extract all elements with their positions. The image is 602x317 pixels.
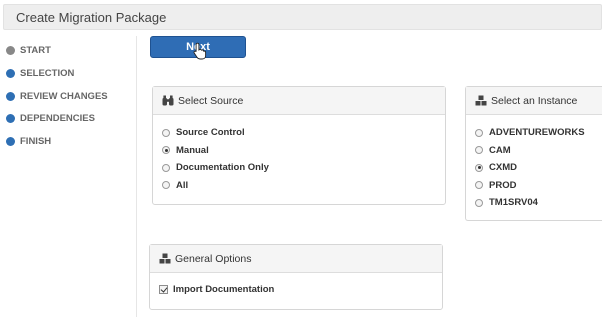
radio-button[interactable] (475, 146, 483, 155)
radio-button[interactable] (475, 128, 483, 137)
sidebar-divider (136, 36, 137, 317)
general-options: Import Documentation (150, 273, 442, 299)
wizard-step-finish[interactable]: FINISH (6, 134, 51, 148)
page-header: Create Migration Package (3, 4, 602, 30)
wizard-step-label: DEPENDENCIES (20, 112, 95, 124)
source-option-manual[interactable]: Manual (162, 142, 445, 160)
option-label: CXMD (489, 162, 517, 174)
wizard-step-start[interactable]: START (6, 43, 51, 57)
instance-option-tm1srv04[interactable]: TM1SRV04 (475, 194, 602, 212)
option-label: Manual (176, 144, 209, 156)
option-label: TM1SRV04 (489, 197, 538, 209)
select-source-panel: Select Source Source Control Manual Docu… (152, 86, 446, 205)
wizard-step-selection[interactable]: SELECTION (6, 66, 74, 80)
cubes-icon (159, 253, 171, 264)
panel-title: Select Source (178, 94, 244, 107)
page-title: Create Migration Package (16, 10, 167, 25)
select-instance-panel: Select an Instance ADVENTUREWORKS CAM CX… (465, 86, 602, 221)
radio-button[interactable] (162, 128, 170, 137)
source-option-all[interactable]: All (162, 177, 445, 195)
general-options-panel: General Options Import Documentation (149, 244, 443, 310)
option-label: All (176, 179, 189, 191)
step-status-dot-icon (6, 136, 15, 146)
wizard-step-label: START (20, 44, 51, 56)
option-label: ADVENTUREWORKS (489, 127, 585, 139)
step-status-dot-icon (6, 45, 15, 55)
instance-option-adventureworks[interactable]: ADVENTUREWORKS (475, 124, 602, 142)
create-migration-package-page: Create Migration Package START SELECTION… (0, 0, 602, 317)
wizard-step-label: FINISH (20, 135, 52, 147)
wizard-step-review-changes[interactable]: REVIEW CHANGES (6, 89, 108, 103)
select-instance-panel-heading: Select an Instance (466, 87, 602, 115)
radio-button[interactable] (162, 163, 170, 172)
binoculars-icon (162, 95, 174, 106)
wizard-step-dependencies[interactable]: DEPENDENCIES (6, 111, 95, 125)
step-status-dot-icon (6, 91, 15, 101)
radio-button[interactable] (475, 163, 483, 172)
option-label: Documentation Only (176, 162, 269, 174)
instance-option-cxmd[interactable]: CXMD (475, 159, 602, 177)
radio-button[interactable] (162, 181, 170, 190)
step-status-dot-icon (6, 68, 15, 78)
select-source-panel-heading: Select Source (153, 87, 445, 115)
radio-button[interactable] (475, 198, 483, 207)
panel-title: Select an Instance (491, 94, 578, 107)
panel-title: General Options (175, 252, 252, 265)
radio-button[interactable] (162, 146, 170, 155)
general-option-import-documentation[interactable]: Import Documentation (159, 281, 442, 299)
cubes-icon (475, 95, 487, 106)
option-label: Import Documentation (173, 284, 275, 296)
source-option-source-control[interactable]: Source Control (162, 124, 445, 142)
checkbox[interactable] (159, 285, 168, 295)
radio-button[interactable] (475, 181, 483, 190)
source-options: Source Control Manual Documentation Only… (153, 115, 445, 194)
option-label: Source Control (176, 127, 245, 139)
instance-option-prod[interactable]: PROD (475, 177, 602, 195)
option-label: PROD (489, 179, 517, 191)
wizard-step-label: SELECTION (20, 67, 75, 79)
instance-options: ADVENTUREWORKS CAM CXMD PROD TM1SRV04 (466, 115, 602, 212)
option-label: CAM (489, 144, 511, 156)
wizard-steps-sidebar: START SELECTION REVIEW CHANGES DEPENDENC… (0, 36, 135, 317)
source-option-documentation-only[interactable]: Documentation Only (162, 159, 445, 177)
general-options-panel-heading: General Options (150, 245, 442, 273)
hand-pointer-cursor-icon (193, 42, 207, 60)
wizard-step-label: REVIEW CHANGES (20, 90, 108, 102)
step-status-dot-icon (6, 113, 15, 123)
instance-option-cam[interactable]: CAM (475, 142, 602, 160)
